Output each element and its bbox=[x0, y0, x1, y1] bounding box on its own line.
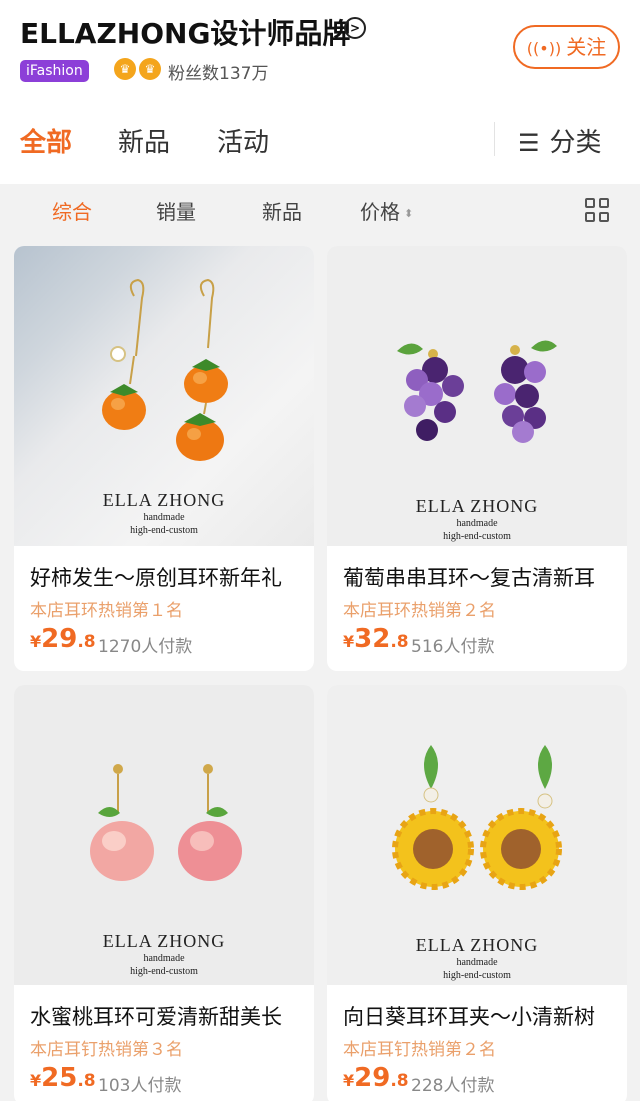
product-rank: 本店耳环热销第１名 bbox=[30, 601, 183, 621]
product-image: ELLA ZHONG handmade high-end-custom bbox=[14, 246, 314, 546]
image-brand-sub: handmade bbox=[143, 512, 185, 523]
image-brand: ELLA ZHONG handmade high-end-custom bbox=[14, 931, 314, 978]
price-decimal: .8 bbox=[77, 1071, 96, 1091]
category-button[interactable]: ☰ 分类 bbox=[518, 122, 602, 159]
chevron-right-icon[interactable]: > bbox=[344, 17, 366, 39]
price-integer: 29 bbox=[41, 624, 78, 654]
product-sold: 103人付款 bbox=[98, 1076, 182, 1096]
tab-new[interactable]: 新品 bbox=[118, 122, 170, 159]
product-price: ¥32.8 bbox=[343, 624, 409, 654]
product-card[interactable]: ELLA ZHONG handmade high-end-custom 葡萄串串… bbox=[327, 246, 627, 671]
price-integer: 32 bbox=[354, 624, 391, 654]
image-brand-name: ELLA ZHONG bbox=[415, 935, 539, 955]
sort-price-label: 价格 bbox=[360, 200, 400, 224]
image-brand-name: ELLA ZHONG bbox=[415, 496, 539, 516]
crown-icon: ♛ bbox=[114, 58, 136, 80]
product-title[interactable]: 好柿发生～原创耳环新年礼 bbox=[30, 562, 306, 592]
product-sold: 1270人付款 bbox=[98, 637, 193, 657]
product-title[interactable]: 水蜜桃耳环可爱清新甜美长 bbox=[30, 1001, 306, 1031]
product-price: ¥29.8 bbox=[30, 624, 96, 654]
tab-all[interactable]: 全部 bbox=[20, 122, 72, 159]
price-decimal: .8 bbox=[390, 1071, 409, 1091]
ifashion-badge: iFashion bbox=[20, 60, 89, 82]
price-currency: ¥ bbox=[30, 632, 42, 651]
product-title[interactable]: 葡萄串串耳环～复古清新耳 bbox=[343, 562, 619, 592]
price-currency: ¥ bbox=[30, 1071, 42, 1090]
product-image: ELLA ZHONG handmade high-end-custom bbox=[327, 246, 627, 546]
image-brand-sub: high-end-custom bbox=[443, 531, 511, 542]
image-brand-sub: high-end-custom bbox=[130, 525, 198, 536]
image-brand: ELLA ZHONG handmade high-end-custom bbox=[14, 490, 314, 537]
follow-label: 关注 bbox=[566, 35, 607, 59]
product-sold: 228人付款 bbox=[411, 1076, 495, 1096]
sort-comprehensive[interactable]: 综合 bbox=[52, 196, 92, 225]
follow-button[interactable]: ((•)) 关注 bbox=[513, 25, 620, 69]
image-brand-name: ELLA ZHONG bbox=[102, 490, 226, 510]
product-card[interactable]: ELLA ZHONG handmade high-end-custom 水蜜桃耳… bbox=[14, 685, 314, 1101]
product-image: ELLA ZHONG handmade high-end-custom bbox=[14, 685, 314, 985]
shop-name[interactable]: ELLAZHONG设计师品牌 bbox=[20, 12, 350, 52]
grid-view-icon[interactable] bbox=[585, 198, 609, 222]
sort-new[interactable]: 新品 bbox=[262, 196, 302, 225]
product-title[interactable]: 向日葵耳环耳夹～小清新树 bbox=[343, 1001, 619, 1031]
price-integer: 29 bbox=[354, 1063, 391, 1093]
image-brand: ELLA ZHONG handmade high-end-custom bbox=[327, 935, 627, 982]
product-price: ¥25.8 bbox=[30, 1063, 96, 1093]
product-sold: 516人付款 bbox=[411, 637, 495, 657]
sort-arrows-icon: ⬍ bbox=[404, 207, 414, 220]
price-decimal: .8 bbox=[390, 632, 409, 652]
product-price: ¥29.8 bbox=[343, 1063, 409, 1093]
image-brand-sub: handmade bbox=[456, 957, 498, 968]
tab-divider bbox=[494, 122, 495, 156]
image-brand-sub: high-end-custom bbox=[130, 966, 198, 977]
list-icon: ☰ bbox=[518, 129, 540, 157]
image-brand-sub: handmade bbox=[456, 518, 498, 529]
price-decimal: .8 bbox=[77, 632, 96, 652]
category-label: 分类 bbox=[549, 128, 602, 158]
product-rank: 本店耳钉热销第３名 bbox=[30, 1040, 183, 1060]
product-image: ELLA ZHONG handmade high-end-custom bbox=[327, 685, 627, 985]
product-card[interactable]: ELLA ZHONG handmade high-end-custom 向日葵耳… bbox=[327, 685, 627, 1101]
product-rank: 本店耳环热销第２名 bbox=[343, 601, 496, 621]
price-currency: ¥ bbox=[343, 632, 355, 651]
signal-icon: ((•)) bbox=[526, 39, 562, 58]
image-brand: ELLA ZHONG handmade high-end-custom bbox=[327, 496, 627, 543]
product-rank: 本店耳钉热销第２名 bbox=[343, 1040, 496, 1060]
tab-activity[interactable]: 活动 bbox=[217, 122, 269, 159]
crown-icon: ♛ bbox=[139, 58, 161, 80]
price-integer: 25 bbox=[41, 1063, 78, 1093]
price-currency: ¥ bbox=[343, 1071, 355, 1090]
image-brand-sub: handmade bbox=[143, 953, 185, 964]
image-brand-sub: high-end-custom bbox=[443, 970, 511, 981]
fans-count: 粉丝数137万 bbox=[168, 64, 269, 84]
shop-header: ELLAZHONG设计师品牌 > iFashion ♛ ♛ 粉丝数137万 ((… bbox=[0, 0, 640, 184]
product-card[interactable]: ELLA ZHONG handmade high-end-custom 好柿发生… bbox=[14, 246, 314, 671]
sort-price[interactable]: 价格 ⬍ bbox=[360, 196, 413, 225]
sort-sales[interactable]: 销量 bbox=[156, 196, 196, 225]
image-brand-name: ELLA ZHONG bbox=[102, 931, 226, 951]
